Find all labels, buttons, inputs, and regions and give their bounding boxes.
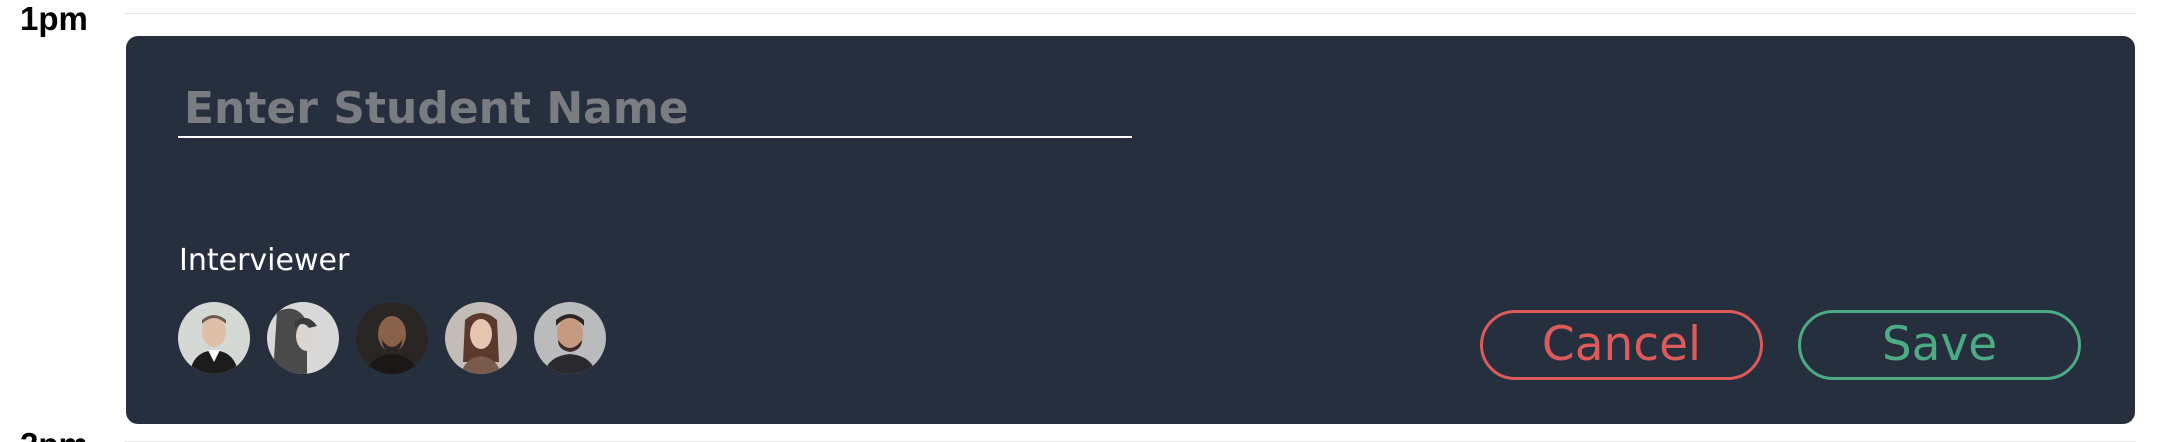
- time-label-1pm: 1pm: [20, 0, 88, 37]
- interviewer-avatar[interactable]: [445, 302, 517, 374]
- interviewer-avatar[interactable]: [534, 302, 606, 374]
- new-interview-card: Interviewer: [126, 36, 2135, 424]
- avatar-photo-icon: [267, 302, 339, 374]
- avatar-photo-icon: [356, 302, 428, 374]
- interviewer-avatar[interactable]: [356, 302, 428, 374]
- avatar-photo-icon: [178, 302, 250, 374]
- interviewer-label: Interviewer: [179, 243, 350, 278]
- time-label-2pm: 2pm: [20, 428, 88, 442]
- avatar-photo-icon: [445, 302, 517, 374]
- interviewer-avatars: [178, 302, 606, 374]
- interviewer-avatar[interactable]: [178, 302, 250, 374]
- cancel-button[interactable]: Cancel: [1480, 310, 1763, 380]
- student-name-input[interactable]: [178, 80, 1132, 138]
- interviewer-avatar[interactable]: [267, 302, 339, 374]
- save-button[interactable]: Save: [1798, 310, 2081, 380]
- avatar-photo-icon: [534, 302, 606, 374]
- hour-divider: [124, 13, 2136, 14]
